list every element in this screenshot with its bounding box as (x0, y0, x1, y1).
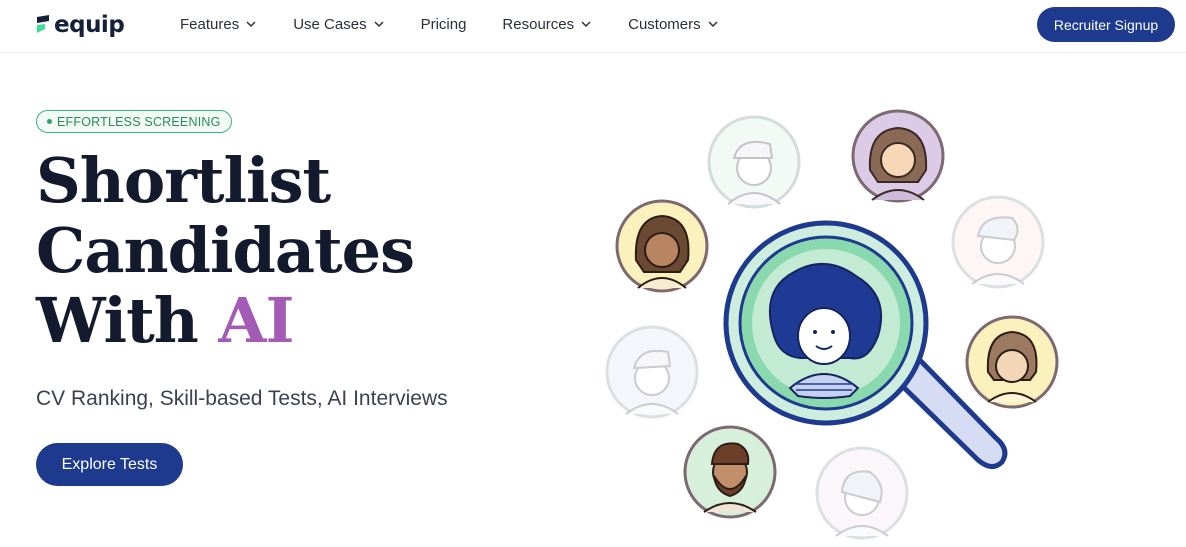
menu-item-label: Features (180, 15, 240, 33)
menu-item-label: Use Cases (293, 15, 367, 33)
menu-item-features[interactable]: Features (180, 16, 257, 33)
hero-subtitle: CV Ranking, Skill-based Tests, AI Interv… (36, 387, 448, 410)
chevron-down-icon (374, 21, 384, 28)
chevron-down-icon (246, 21, 256, 28)
avatar-woman-purple (851, 109, 945, 203)
candidate-search-illustration (605, 109, 1059, 540)
menu-item-label: Pricing (420, 15, 467, 33)
menu-item-resources[interactable]: Resources (502, 16, 592, 33)
chevron-down-icon (708, 21, 718, 28)
recruiter-signup-button[interactable]: Recruiter Signup (1037, 7, 1175, 42)
headline-line-2: Candidates (36, 214, 415, 287)
explore-tests-button[interactable]: Explore Tests (36, 443, 183, 486)
avatar-faded-bottom (815, 446, 909, 540)
avatar-faded-right (951, 195, 1045, 289)
avatar-faded-left (605, 325, 699, 419)
menu-item-pricing[interactable]: Pricing (421, 16, 467, 33)
headline-line-3-text: With (36, 284, 219, 357)
top-navigation: equip Features Use Cases Pricing Resourc… (0, 0, 1186, 53)
logo-mark-icon (37, 15, 49, 33)
headline-line-3: With AI (36, 286, 414, 356)
hero-headline: Shortlist Candidates With AI (36, 144, 415, 356)
headline-line-1: Shortlist (36, 144, 331, 217)
hero-badge: EFFORTLESS SCREENING (36, 110, 232, 133)
menu-item-label: Customers (628, 15, 701, 33)
logo-text: equip (54, 12, 125, 38)
headline-accent: AI (218, 284, 294, 357)
avatar-woman-yellow-left (615, 199, 709, 293)
main-menu: Features Use Cases Pricing Resources Cus… (180, 0, 755, 48)
badge-text: EFFORTLESS SCREENING (57, 114, 221, 129)
avatar-faded-top (707, 115, 801, 209)
avatar-woman-yellow-right (965, 315, 1059, 409)
menu-item-use-cases[interactable]: Use Cases (293, 16, 384, 33)
menu-item-label: Resources (502, 15, 575, 33)
avatar-man-beard (683, 425, 777, 519)
logo[interactable]: equip (35, 11, 125, 39)
menu-item-customers[interactable]: Customers (628, 16, 719, 33)
badge-dot-icon (47, 119, 52, 124)
chevron-down-icon (581, 21, 591, 28)
